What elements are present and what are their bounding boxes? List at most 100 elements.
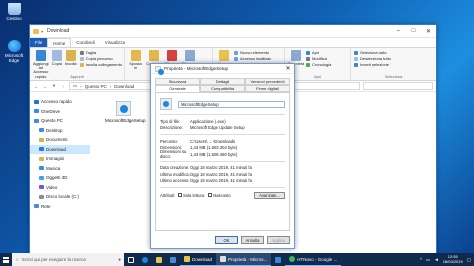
clock[interactable]: 12:55 18/03/2019 bbox=[443, 254, 463, 264]
close-icon[interactable]: ✕ bbox=[282, 65, 294, 72]
edge-desktop-icon[interactable]: Microsoft Edge bbox=[3, 40, 25, 63]
taskbar-search-box[interactable]: ○ Scrivi qui per eseguire la ricerca ● bbox=[12, 253, 124, 266]
nav-item-label: Immagini bbox=[46, 156, 65, 162]
tab-general[interactable]: Generale bbox=[155, 85, 200, 92]
ok-button[interactable]: OK bbox=[215, 236, 238, 244]
task-view-icon bbox=[128, 256, 134, 263]
tab-details[interactable]: Dettagli bbox=[200, 78, 245, 85]
nav-item-label: Download bbox=[46, 146, 67, 152]
nav-item-label: Rete bbox=[41, 203, 51, 209]
apply-button[interactable]: Applica bbox=[267, 236, 290, 244]
minimize-button[interactable]: – bbox=[391, 25, 406, 37]
task-view-button[interactable] bbox=[124, 253, 138, 266]
chevron-up-icon[interactable]: ^ bbox=[420, 257, 422, 262]
nav-item[interactable]: Disco locale (C:) bbox=[30, 192, 90, 202]
invert-selection-button[interactable]: Inverti selezione bbox=[354, 62, 391, 67]
taskbar-app-properties[interactable]: Proprietà - Micros... bbox=[216, 253, 272, 266]
nav-item[interactable]: Questo PC bbox=[30, 116, 90, 126]
easy-access-icon bbox=[234, 56, 238, 61]
nav-item[interactable]: Documenti bbox=[30, 135, 90, 145]
edit-button[interactable]: Modifica bbox=[306, 56, 331, 61]
nav-item[interactable]: Immagini bbox=[30, 154, 90, 164]
select-all-button[interactable]: Seleziona tutto bbox=[354, 50, 391, 55]
taskbar-app-download[interactable]: Download bbox=[180, 253, 217, 266]
new-folder-icon bbox=[218, 50, 229, 61]
mail-taskbar-button[interactable] bbox=[271, 253, 285, 266]
nav-item[interactable]: Accesso rapido bbox=[30, 97, 90, 107]
tab-security[interactable]: Sicurezza bbox=[155, 78, 200, 85]
cancel-button[interactable]: Annulla bbox=[241, 236, 264, 244]
breadcrumb-download[interactable]: Download bbox=[114, 84, 134, 89]
close-button[interactable]: ✕ bbox=[421, 25, 436, 37]
tab-previous-versions[interactable]: Versioni precedenti bbox=[245, 78, 290, 85]
recycle-bin-desktop-icon[interactable]: Cestino bbox=[3, 3, 25, 21]
recycle-bin-icon bbox=[7, 3, 21, 15]
nav-item[interactable]: OneDrive bbox=[30, 107, 90, 117]
move-to-button[interactable]: Sposta in bbox=[128, 50, 143, 74]
cut-button[interactable]: Taglia bbox=[79, 50, 122, 55]
nav-item[interactable]: Desktop bbox=[30, 126, 90, 136]
forward-arrow-icon[interactable]: → bbox=[42, 84, 48, 89]
tab-home[interactable]: Home bbox=[47, 38, 72, 47]
pin-icon bbox=[35, 50, 46, 61]
location-label: Percorso: bbox=[160, 138, 178, 144]
copy-path-button[interactable]: Copia percorso bbox=[79, 56, 122, 61]
open-button[interactable]: Apri bbox=[306, 50, 331, 55]
tab-file[interactable]: File bbox=[30, 38, 48, 47]
maximize-button[interactable]: □ bbox=[406, 25, 421, 37]
nav-item[interactable]: Video bbox=[30, 183, 90, 193]
delete-icon bbox=[166, 50, 177, 61]
edit-icon bbox=[306, 56, 310, 61]
pin-quick-access-button[interactable]: Aggiungi ad Accesso rapido bbox=[33, 50, 49, 78]
nav-item-label: Documenti bbox=[46, 137, 68, 143]
store-taskbar-button[interactable] bbox=[166, 253, 180, 266]
breadcrumb-this-pc[interactable]: Questo PC bbox=[85, 84, 107, 89]
paste-button[interactable]: Incolla bbox=[65, 50, 77, 74]
paste-shortcut-button[interactable]: Incolla collegamento bbox=[79, 62, 122, 67]
general-tab-panel: MicrosoftEdgeSetup Tipo di file: Applicaz… bbox=[155, 92, 290, 231]
taskbar-app-chrome[interactable]: HTNovo - Google ... bbox=[285, 253, 342, 266]
group-label: Appunti bbox=[70, 74, 84, 79]
nav-item[interactable]: Rete bbox=[30, 202, 90, 212]
tab-digital-signatures[interactable]: Firme digitali bbox=[245, 85, 290, 92]
back-arrow-icon[interactable]: ← bbox=[33, 84, 39, 89]
chevron-down-icon[interactable]: ▾ bbox=[51, 83, 57, 89]
folder-icon bbox=[34, 109, 39, 114]
dialog-buttons: OK Annulla Applica bbox=[215, 236, 290, 244]
properties-icon bbox=[220, 256, 227, 262]
tab-view[interactable]: Visualizza bbox=[100, 38, 130, 47]
notifications-icon[interactable]: ▢ bbox=[467, 257, 471, 263]
folder-icon bbox=[34, 118, 39, 123]
readonly-checkbox[interactable]: Sola lettura bbox=[178, 193, 204, 198]
tab-compatibility[interactable]: Compatibilità bbox=[200, 85, 245, 92]
tab-share[interactable]: Condividi bbox=[71, 38, 100, 47]
folder-icon[interactable] bbox=[33, 28, 39, 34]
size-on-disk-value: 1,43 MB (1.506.480 byte) bbox=[190, 151, 238, 157]
hidden-checkbox[interactable]: Nascosto bbox=[208, 193, 231, 198]
network-icon[interactable]: ▭ bbox=[426, 257, 430, 263]
copy-button[interactable]: Copia bbox=[52, 50, 62, 74]
volume-icon[interactable]: ◄ bbox=[434, 257, 438, 262]
edge-icon bbox=[142, 256, 148, 263]
new-item-button[interactable]: Nuovo elemento bbox=[234, 50, 271, 55]
file-item[interactable]: MicrosoftEdgeSetup bbox=[105, 101, 146, 123]
history-button[interactable]: Cronologia bbox=[306, 62, 331, 67]
file-name-input[interactable]: MicrosoftEdgeSetup bbox=[178, 100, 285, 108]
up-arrow-icon[interactable]: ↑ bbox=[60, 84, 66, 89]
edge-taskbar-button[interactable] bbox=[138, 253, 152, 266]
nav-item[interactable]: Download bbox=[30, 144, 90, 154]
chevron-down-icon[interactable]: ▾ bbox=[41, 29, 43, 34]
ribbon-group-select: Seleziona tutto Deseleziona tutto Invert… bbox=[351, 48, 436, 80]
nav-item[interactable]: Oggetti 3D bbox=[30, 173, 90, 183]
store-icon bbox=[170, 256, 176, 263]
easy-access-button[interactable]: Accesso facilitato bbox=[234, 56, 271, 61]
advanced-button[interactable]: Avanzate... bbox=[254, 191, 285, 199]
folder-icon bbox=[39, 175, 44, 180]
microphone-icon[interactable]: ● bbox=[118, 257, 121, 262]
select-none-button[interactable]: Deseleziona tutto bbox=[354, 56, 391, 61]
nav-item[interactable]: Musica bbox=[30, 164, 90, 174]
start-button[interactable] bbox=[0, 253, 12, 266]
search-input[interactable] bbox=[363, 82, 433, 90]
explorer-taskbar-button[interactable] bbox=[152, 253, 166, 266]
nav-item-label: Video bbox=[46, 184, 58, 190]
